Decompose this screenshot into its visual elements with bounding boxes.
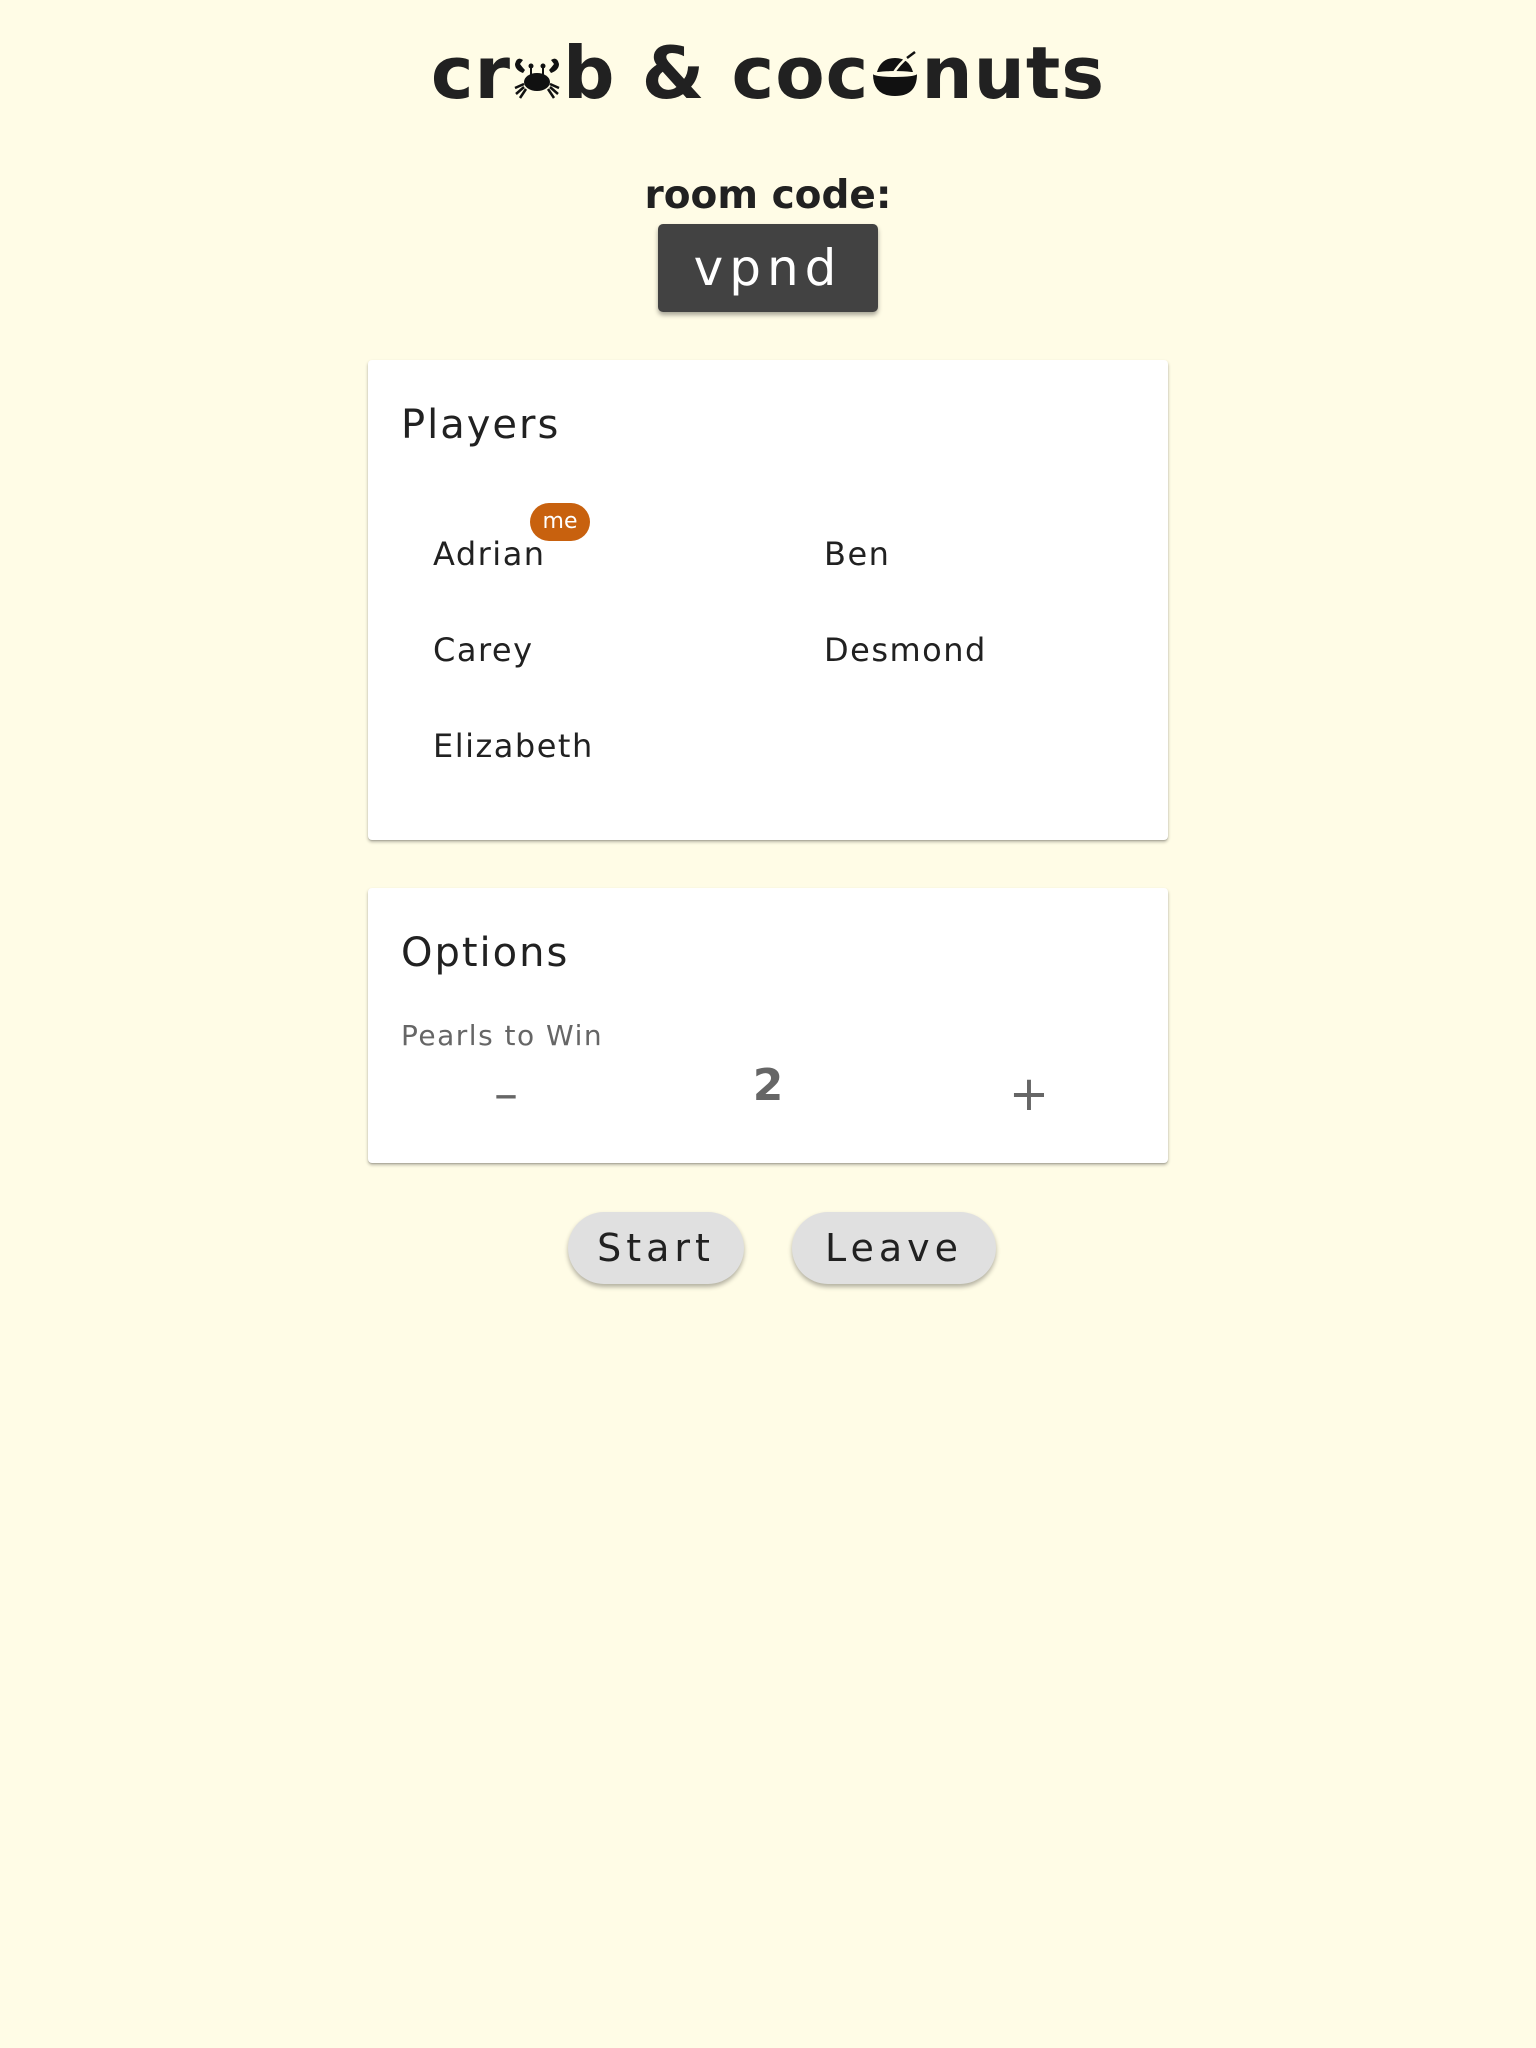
title-part-2: b & coc <box>563 31 870 115</box>
players-card: Players Adrian Ben Carey Desmond Elizabe… <box>368 360 1168 840</box>
leave-button[interactable]: Leave <box>792 1212 996 1284</box>
title-part-3: nuts <box>921 31 1106 115</box>
decrement-button[interactable]: – <box>466 1064 546 1124</box>
player-ben: Ben <box>824 535 891 573</box>
pearls-to-win-value: 2 <box>752 1060 784 1111</box>
player-carey: Carey <box>433 631 534 669</box>
title-part-1: cr <box>430 31 512 115</box>
page-title: cr b & coc nuts <box>0 28 1536 118</box>
players-title: Players <box>401 402 561 448</box>
start-button[interactable]: Start <box>568 1212 744 1284</box>
options-title: Options <box>401 930 570 976</box>
pearls-to-win-label: Pearls to Win <box>401 1019 604 1052</box>
player-elizabeth: Elizabeth <box>433 727 594 765</box>
increment-button[interactable]: + <box>989 1064 1069 1124</box>
player-adrian: Adrian <box>433 535 546 573</box>
coconut-icon <box>869 32 921 96</box>
room-code-label: room code: <box>644 173 892 218</box>
options-card: Options Pearls to Win – 2 + <box>368 888 1168 1163</box>
crab-icon <box>511 32 563 99</box>
room-code: vpnd <box>658 224 878 312</box>
me-badge: me <box>530 503 590 541</box>
player-desmond: Desmond <box>824 631 987 669</box>
